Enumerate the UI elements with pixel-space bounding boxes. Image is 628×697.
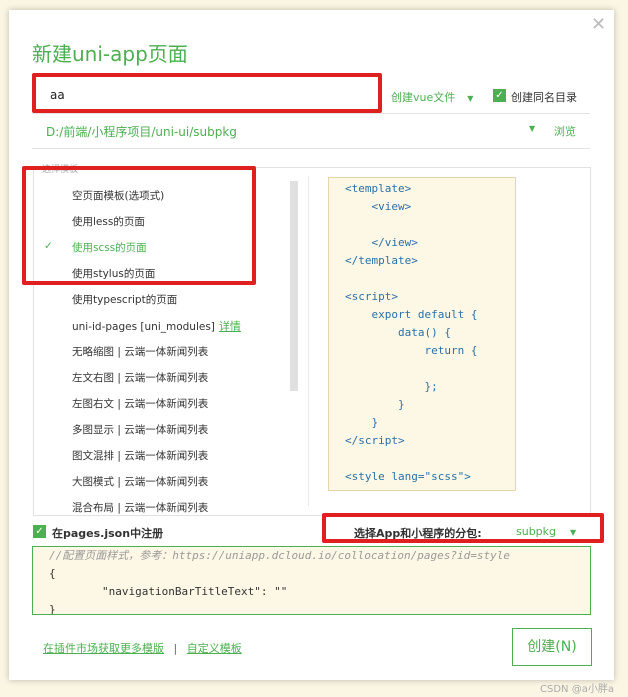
chevron-down-icon: ▼ [570, 528, 577, 537]
register-label: 在pages.json中注册 [52, 527, 164, 540]
template-item[interactable]: 图文混排 | 云端一体新闻列表 [72, 448, 208, 463]
template-scrollbar[interactable] [290, 181, 298, 391]
template-item-label: 混合布局 | 云端一体新闻列表 [72, 502, 209, 514]
pages-json-editor[interactable]: //配置页面样式，参考：https://uniapp.dcloud.io/col… [32, 546, 591, 615]
template-item-label: uni-id-pages [uni_modules] [72, 321, 215, 333]
template-item[interactable]: 混合布局 | 云端一体新闻列表 [72, 500, 208, 515]
custom-template-link[interactable]: 自定义模板 [187, 642, 242, 655]
code-line: <script> [345, 290, 398, 303]
divider [32, 148, 590, 149]
json-line: { [49, 567, 56, 580]
new-page-dialog: ✕ 新建uni-app页面 aa 创建vue文件 ▼ ✓ 创建同名目录 D:/前端… [9, 10, 614, 680]
divider [32, 113, 590, 114]
chevron-down-icon: ▼ [467, 94, 474, 103]
divider [308, 176, 309, 506]
path-input[interactable]: D:/前端/小程序项目/uni-ui/subpkg [46, 123, 237, 140]
code-line: } [345, 416, 379, 429]
json-line: "navigationBarTitleText": "" [49, 585, 288, 598]
footer-links: 在插件市场获取更多模版 | 自定义模板 [43, 640, 242, 656]
code-line: <template> [345, 182, 412, 195]
code-line: }; [345, 380, 438, 393]
same-dir-checkbox[interactable]: ✓ [493, 89, 506, 102]
template-item-label: 大图模式 | 云端一体新闻列表 [72, 476, 209, 488]
code-line: data() { [345, 326, 451, 339]
template-item[interactable]: 大图模式 | 云端一体新闻列表 [72, 474, 208, 489]
highlight-box [22, 166, 256, 285]
code-line: } [345, 398, 405, 411]
path-dropdown-icon[interactable]: ▼ [529, 124, 535, 133]
template-item-label: 左图右文 | 云端一体新闻列表 [72, 398, 209, 410]
json-line: //配置页面样式，参考：https://uniapp.dcloud.io/col… [49, 549, 510, 562]
template-item[interactable]: uni-id-pages [uni_modules] 详情 [72, 318, 241, 334]
template-item-label: 无略缩图 | 云端一体新闻列表 [72, 346, 209, 358]
file-type-label: 创建vue文件 [391, 91, 456, 104]
subpackage-value: subpkg [516, 525, 557, 538]
details-link[interactable]: 详情 [219, 320, 241, 333]
template-item-label: 多图显示 | 云端一体新闻列表 [72, 424, 209, 436]
code-line: </template> [345, 254, 418, 267]
template-item[interactable]: 左文右图 | 云端一体新闻列表 [72, 370, 208, 385]
dialog-title: 新建uni-app页面 [32, 42, 188, 66]
template-item-label: 左文右图 | 云端一体新闻列表 [72, 372, 209, 384]
code-line: <style lang="scss"> [345, 470, 471, 483]
template-item[interactable]: 多图显示 | 云端一体新闻列表 [72, 422, 208, 437]
code-line: export default { [345, 308, 478, 321]
code-line: </script> [345, 434, 405, 447]
code-line: return { [345, 344, 478, 357]
template-item-label: 使用typescript的页面 [72, 294, 178, 306]
template-item[interactable]: 无略缩图 | 云端一体新闻列表 [72, 344, 208, 359]
register-checkbox[interactable]: ✓ [33, 525, 46, 538]
template-preview: <template> <view> </view> </template> <scr… [328, 177, 516, 491]
create-button[interactable]: 创建(N) [512, 628, 592, 666]
template-item[interactable]: 使用typescript的页面 [72, 292, 177, 307]
subpackage-label: 选择App和小程序的分包: [354, 527, 482, 540]
file-type-dropdown[interactable]: 创建vue文件 ▼ [391, 89, 473, 105]
same-dir-label: 创建同名目录 [511, 91, 577, 104]
separator: | [173, 642, 178, 655]
close-icon[interactable]: ✕ [591, 14, 606, 35]
template-item-label: 图文混排 | 云端一体新闻列表 [72, 450, 209, 462]
template-item[interactable]: 左图右文 | 云端一体新闻列表 [72, 396, 208, 411]
json-line: } [49, 603, 56, 615]
code-line: </view> [345, 236, 418, 249]
plugin-market-link[interactable]: 在插件市场获取更多模版 [43, 642, 164, 655]
page-name-input[interactable]: aa [32, 73, 382, 113]
browse-button[interactable]: 浏览 [554, 123, 576, 139]
subpackage-dropdown[interactable]: subpkg ▼ [516, 525, 576, 538]
code-line: <view> [345, 200, 412, 213]
watermark: CSDN @a小胖a [540, 684, 614, 695]
